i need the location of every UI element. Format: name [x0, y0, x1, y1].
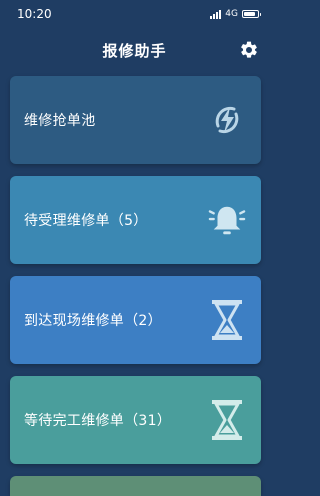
card-label: 等待完工维修单（31）	[24, 413, 172, 429]
status-bar: 10:20 4G	[0, 0, 269, 28]
bell-icon	[208, 198, 246, 242]
hourglass-icon	[208, 298, 246, 342]
card-repair-pool[interactable]: 维修抢单池	[10, 76, 261, 164]
page-title: 报修助手	[102, 41, 167, 60]
card-label: 维修抢单池	[24, 113, 96, 129]
gear-icon[interactable]	[239, 40, 259, 60]
hourglass-icon	[208, 398, 246, 442]
status-indicators: 4G	[210, 9, 261, 19]
card-label: 待受理维修单（5）	[24, 213, 148, 229]
lightning-icon	[208, 98, 246, 142]
card-label: 到达现场维修单（2）	[24, 313, 162, 329]
network-type: 4G	[225, 9, 238, 19]
signal-icon	[210, 9, 222, 19]
nav-bar: 报修助手	[0, 32, 269, 68]
card-on-site-repair[interactable]: 到达现场维修单（2）	[10, 276, 261, 364]
card-next[interactable]	[10, 476, 261, 496]
battery-icon	[242, 10, 261, 18]
card-pending-acceptance[interactable]: 待受理维修单（5）	[10, 176, 261, 264]
status-time: 10:20	[17, 7, 52, 21]
card-awaiting-completion[interactable]: 等待完工维修单（31）	[10, 376, 261, 464]
